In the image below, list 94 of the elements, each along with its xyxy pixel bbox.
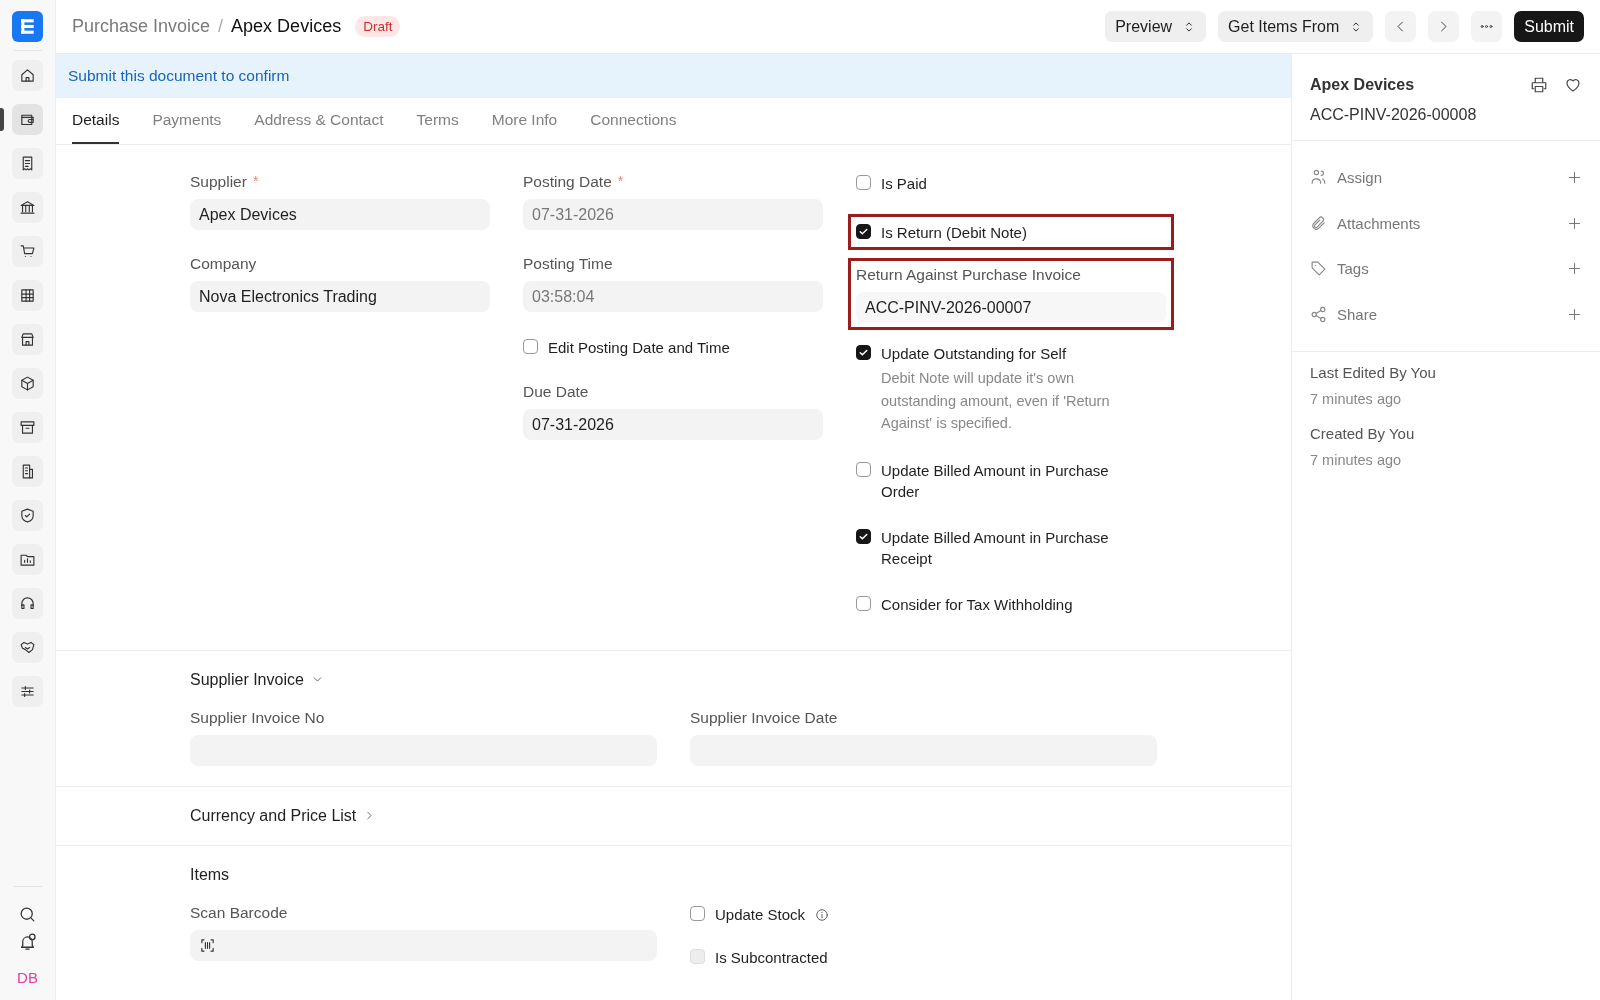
checkbox-label: Is Subcontracted bbox=[715, 947, 828, 968]
document-id: ACC-PINV-2026-00008 bbox=[1310, 106, 1477, 124]
panel-title: Apex Devices bbox=[1310, 76, 1416, 94]
field-label: Company bbox=[190, 255, 257, 273]
tab[interactable]: Address & Contact bbox=[254, 98, 384, 144]
checkbox-label: Is Return (Debit Note) bbox=[881, 223, 1027, 243]
input-field[interactable]: Apex Devices bbox=[190, 199, 490, 230]
checkbox[interactable] bbox=[690, 905, 705, 921]
input-field[interactable]: 07-31-2026 bbox=[523, 409, 823, 440]
checkbox[interactable] bbox=[856, 461, 871, 477]
add-icon[interactable] bbox=[1567, 306, 1582, 322]
input-field[interactable]: 03:58:04 bbox=[523, 281, 823, 312]
section-title[interactable]: Currency and Price List bbox=[190, 806, 357, 825]
input-field[interactable]: 07-31-2026 bbox=[523, 199, 823, 230]
section-title[interactable]: Supplier Invoice bbox=[190, 670, 304, 689]
breadcrumb-separator: / bbox=[218, 16, 224, 37]
input-field[interactable]: ACC-PINV-2026-00007 bbox=[856, 292, 1166, 323]
nav-handshake-icon[interactable] bbox=[12, 632, 43, 663]
checkbox[interactable] bbox=[523, 339, 538, 354]
paperclip-icon bbox=[1310, 214, 1327, 232]
field-label: Return Against Purchase Invoice bbox=[856, 266, 1081, 284]
dropdown-button[interactable]: Get Items From bbox=[1218, 11, 1374, 42]
info-banner: Submit this document to confirm bbox=[56, 54, 1291, 98]
heart-icon[interactable] bbox=[1564, 76, 1582, 94]
tab[interactable]: Details bbox=[72, 98, 120, 144]
checkbox-label: Update Stock bbox=[715, 904, 806, 925]
nav-table-icon[interactable] bbox=[12, 280, 43, 311]
checkbox-label: Is Paid bbox=[881, 174, 927, 194]
field-label: Supplier Invoice No bbox=[190, 708, 325, 727]
field-label: Posting Date bbox=[523, 173, 612, 191]
nav-bank-icon[interactable] bbox=[12, 192, 43, 223]
nav-headset-icon[interactable] bbox=[12, 588, 43, 619]
add-icon[interactable] bbox=[1567, 215, 1582, 231]
share-icon bbox=[1310, 305, 1327, 323]
nav-folder-icon[interactable] bbox=[12, 544, 43, 575]
dropdown-button[interactable]: Preview bbox=[1105, 11, 1207, 42]
info-icon[interactable] bbox=[815, 907, 830, 922]
checkbox-label: Update Billed Amount in Purchase Receipt bbox=[881, 527, 1110, 569]
sidebar-action-link[interactable]: Assign bbox=[1337, 169, 1557, 187]
activity-label: Created By You bbox=[1310, 425, 1416, 442]
nav-home-icon[interactable] bbox=[12, 60, 43, 91]
input-field[interactable]: Nova Electronics Trading bbox=[190, 281, 490, 312]
timestamp: 7 minutes ago bbox=[1310, 452, 1403, 468]
checkbox-label: Update Outstanding for Self bbox=[881, 344, 1067, 364]
required-mark: * bbox=[252, 173, 259, 191]
checkbox[interactable] bbox=[856, 528, 871, 544]
field-label: Supplier Invoice Date bbox=[690, 708, 838, 727]
nav-shield-icon[interactable] bbox=[12, 500, 43, 531]
field-label: Due Date bbox=[523, 383, 589, 401]
nav-archive-icon[interactable] bbox=[12, 412, 43, 443]
checkbox-label: Consider for Tax Withholding bbox=[881, 594, 1073, 615]
status-badge: Draft bbox=[355, 16, 401, 37]
nav-building-icon[interactable] bbox=[12, 456, 43, 487]
section-title: Items bbox=[190, 865, 230, 884]
tab[interactable]: Terms bbox=[416, 98, 459, 144]
nav-store-icon[interactable] bbox=[12, 324, 43, 355]
field-label: Posting Time bbox=[523, 255, 613, 273]
add-icon[interactable] bbox=[1567, 261, 1582, 277]
checkbox-label: Update Billed Amount in Purchase Order bbox=[881, 460, 1110, 502]
checkbox[interactable] bbox=[856, 224, 871, 239]
people-icon bbox=[1310, 169, 1327, 187]
field-label: Supplier bbox=[190, 173, 247, 191]
checkbox-label: Edit Posting Date and Time bbox=[548, 338, 730, 358]
document-title: Apex Devices bbox=[231, 16, 342, 37]
tab[interactable]: Payments bbox=[152, 98, 222, 144]
barcode-scan-icon[interactable] bbox=[199, 936, 216, 954]
nav-sliders-icon[interactable] bbox=[12, 676, 43, 707]
sidebar-action-link[interactable]: Attachments bbox=[1337, 214, 1557, 232]
add-icon[interactable] bbox=[1567, 170, 1582, 186]
nav-box-icon[interactable] bbox=[12, 368, 43, 399]
field-description: Debit Note will update it's own outstanding amount, even if 'Return Against' is specified. bbox=[881, 369, 1111, 433]
user-avatar[interactable]: DB bbox=[17, 969, 38, 986]
notification-bell-icon[interactable] bbox=[18, 933, 37, 952]
submit-button[interactable]: Submit bbox=[1514, 11, 1584, 42]
timestamp: 7 minutes ago bbox=[1310, 391, 1403, 407]
nav-wallet-icon[interactable] bbox=[12, 104, 43, 135]
tab[interactable]: More Info bbox=[491, 98, 558, 144]
checkbox[interactable] bbox=[856, 595, 871, 611]
app-logo-icon[interactable] bbox=[12, 11, 43, 42]
print-icon[interactable] bbox=[1530, 76, 1548, 94]
checkbox[interactable] bbox=[856, 345, 871, 360]
checkbox[interactable] bbox=[856, 175, 871, 190]
nav-cart-icon[interactable] bbox=[12, 236, 43, 267]
field-label: Scan Barcode bbox=[190, 903, 288, 922]
tab[interactable]: Connections bbox=[590, 98, 677, 144]
sidebar-action-link[interactable]: Tags bbox=[1337, 260, 1557, 278]
sidebar-action-link[interactable]: Share bbox=[1337, 305, 1557, 323]
nav-receipt-icon[interactable] bbox=[12, 148, 43, 179]
barcode-field[interactable] bbox=[190, 929, 657, 961]
breadcrumb-link[interactable]: Purchase Invoice bbox=[72, 16, 211, 37]
search-icon[interactable] bbox=[18, 905, 37, 924]
activity-label: Last Edited By You bbox=[1310, 364, 1437, 381]
tag-icon bbox=[1310, 260, 1327, 278]
required-mark: * bbox=[617, 173, 624, 191]
